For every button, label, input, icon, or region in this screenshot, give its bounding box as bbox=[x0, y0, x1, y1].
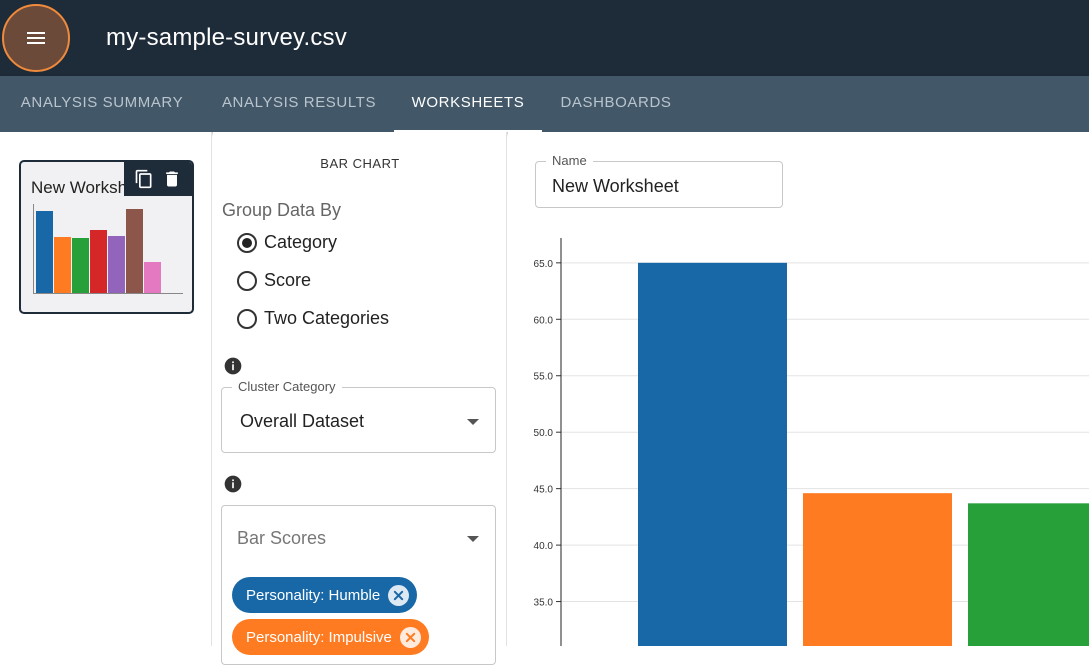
tab-analysis-summary[interactable]: ANALYSIS SUMMARY bbox=[0, 76, 204, 132]
cluster-category-select[interactable]: Cluster Category Overall Dataset bbox=[221, 379, 496, 453]
y-tick-label: 40.0 bbox=[534, 541, 554, 552]
thumbnail-bar bbox=[126, 209, 143, 293]
radio-score-label: Score bbox=[264, 270, 312, 290]
copy-icon[interactable] bbox=[134, 169, 154, 189]
trash-icon[interactable] bbox=[162, 169, 182, 189]
thumbnail-bar bbox=[108, 236, 125, 293]
score-chip-humble[interactable]: Personality: Humble bbox=[232, 577, 418, 613]
tab-worksheets[interactable]: WORKSHEETS bbox=[394, 76, 542, 132]
cluster-category-value: Overall Dataset bbox=[240, 411, 365, 431]
thumbnail-y-axis bbox=[33, 204, 34, 294]
worksheet-list-panel: New Worksheet bbox=[0, 132, 212, 646]
bar-chart: 65.0 60.0 55.0 50.0 45.0 40.0 35.0 bbox=[534, 238, 1089, 646]
worksheet-name-field[interactable]: Name New Worksheet bbox=[535, 153, 783, 208]
chart-bar bbox=[638, 262, 787, 646]
y-tick-label: 50.0 bbox=[534, 428, 554, 439]
radio-category[interactable]: Category bbox=[237, 232, 337, 253]
thumbnail-bar bbox=[90, 230, 107, 293]
tab-bar: ANALYSIS SUMMARY ANALYSIS RESULTS WORKSH… bbox=[0, 76, 1089, 132]
thumbnail-bar bbox=[144, 262, 161, 293]
score-chip-label: Personality: Humble bbox=[246, 586, 381, 604]
radio-category-label: Category bbox=[264, 232, 338, 252]
file-title: my-sample-survey.csv bbox=[106, 24, 347, 51]
y-tick-label: 45.0 bbox=[534, 485, 554, 496]
worksheet-name-value[interactable]: New Worksheet bbox=[552, 176, 679, 197]
tab-analysis-results[interactable]: ANALYSIS RESULTS bbox=[204, 76, 394, 132]
radio-two-categories[interactable]: Two Categories bbox=[237, 308, 389, 329]
radio-score-button[interactable] bbox=[237, 270, 257, 291]
score-chip-label: Personality: Impulsive bbox=[246, 628, 392, 646]
worksheet-canvas: Name New Worksheet 65.0 60.0 55.0 50.0 45.0 4… bbox=[508, 132, 1089, 646]
chevron-down-icon bbox=[467, 419, 479, 425]
app-header: my-sample-survey.csv bbox=[0, 0, 1089, 76]
remove-chip-button[interactable] bbox=[388, 584, 410, 606]
info-icon[interactable] bbox=[223, 474, 243, 494]
chart-bar bbox=[803, 493, 952, 646]
chart-config-panel: BAR CHART Group Data By Category Score T… bbox=[213, 132, 507, 665]
hamburger-menu-icon bbox=[27, 32, 45, 44]
group-data-by-label: Group Data By bbox=[222, 200, 342, 220]
radio-category-button[interactable] bbox=[237, 232, 257, 253]
radio-selected-dot bbox=[242, 237, 252, 248]
remove-chip-button[interactable] bbox=[399, 626, 421, 648]
chart-bar bbox=[968, 503, 1089, 646]
radio-two-categories-button[interactable] bbox=[237, 308, 257, 329]
close-icon bbox=[394, 590, 404, 600]
worksheet-name-label: Name bbox=[546, 153, 593, 168]
thumbnail-bar bbox=[54, 237, 71, 293]
bar-scores-placeholder: Bar Scores bbox=[237, 528, 327, 548]
info-icon[interactable] bbox=[223, 356, 243, 376]
radio-two-categories-label: Two Categories bbox=[264, 308, 390, 328]
y-tick-label: 35.0 bbox=[534, 598, 554, 609]
y-tick-label: 65.0 bbox=[534, 259, 554, 270]
y-tick-label: 60.0 bbox=[534, 315, 554, 326]
thumbnail-bar bbox=[72, 238, 89, 293]
thumbnail-bar bbox=[36, 211, 53, 293]
thumbnail-x-axis bbox=[33, 293, 183, 294]
score-chip-impulsive[interactable]: Personality: Impulsive bbox=[232, 619, 429, 655]
cluster-category-legend: Cluster Category bbox=[232, 379, 342, 394]
bar-scores-select[interactable]: Bar Scores Personality: Humble Personali… bbox=[221, 505, 496, 665]
tab-dashboards[interactable]: DASHBOARDS bbox=[542, 76, 690, 132]
chevron-down-icon bbox=[467, 536, 479, 542]
worksheet-actions bbox=[124, 162, 192, 196]
radio-score[interactable]: Score bbox=[237, 270, 311, 291]
close-icon bbox=[405, 632, 416, 642]
menu-button[interactable] bbox=[2, 4, 70, 72]
worksheet-thumbnail-chart bbox=[33, 204, 183, 294]
y-tick-label: 55.0 bbox=[534, 372, 554, 383]
worksheet-thumbnail[interactable]: New Worksheet bbox=[19, 160, 194, 314]
chart-type-label: BAR CHART bbox=[320, 156, 400, 171]
